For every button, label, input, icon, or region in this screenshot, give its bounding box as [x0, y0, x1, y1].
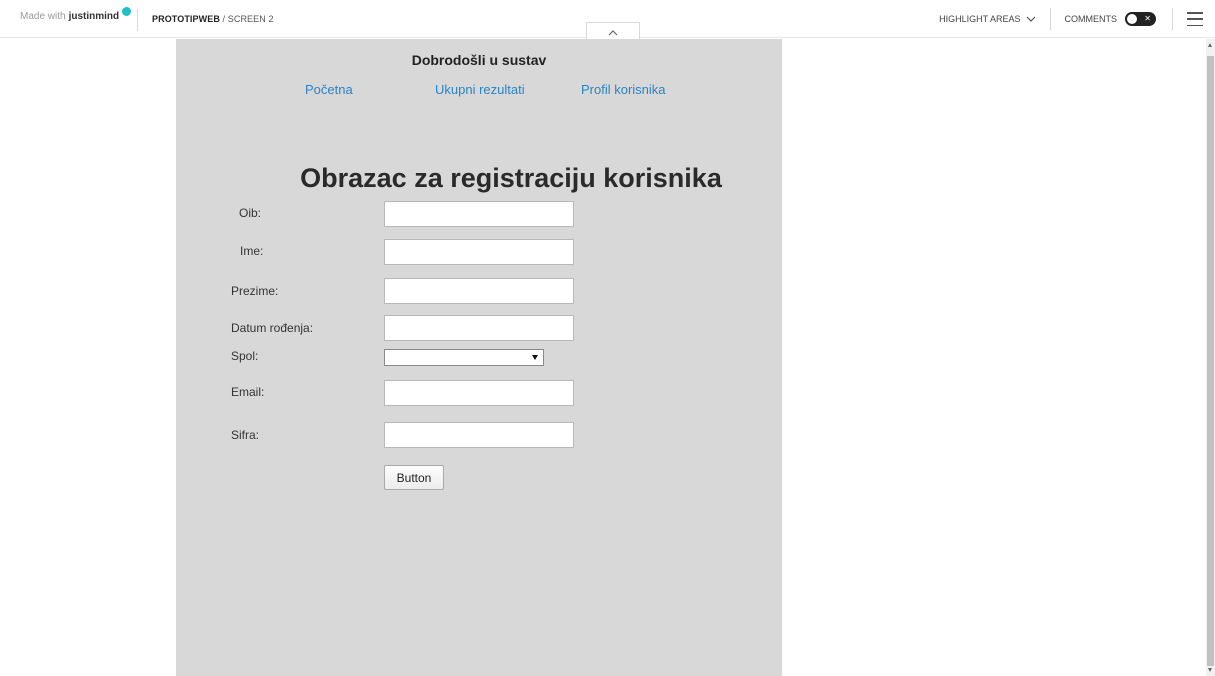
breadcrumb: PROTOTIPWEB / SCREEN 2	[152, 14, 274, 24]
comments-toggle[interactable]: ✕	[1125, 12, 1156, 26]
brand-name: justinmind	[68, 11, 120, 22]
prototype-screen: Dobrodošli u sustav Početna Ukupni rezul…	[176, 39, 782, 676]
scrollbar-thumb[interactable]	[1207, 56, 1214, 666]
collapse-toolbar-button[interactable]	[586, 22, 640, 39]
dropdown-arrow-icon	[532, 355, 538, 360]
breadcrumb-separator: /	[219, 14, 228, 24]
highlight-areas-dropdown[interactable]: HIGHLIGHT AREAS	[939, 14, 1035, 24]
close-icon: ✕	[1144, 14, 1151, 23]
made-with-text: Made with	[20, 11, 66, 22]
form-title: Obrazac za registraciju korisnika	[300, 163, 722, 193]
oib-label: Oib:	[239, 206, 262, 220]
email-input[interactable]	[384, 380, 574, 406]
spol-select[interactable]	[384, 349, 544, 366]
made-with-justinmind[interactable]: Made with justinmind	[20, 7, 132, 22]
ime-label: Ime:	[240, 244, 264, 258]
chevron-up-icon	[608, 30, 618, 36]
toolbar-right: HIGHLIGHT AREAS COMMENTS ✕	[939, 0, 1215, 38]
prezime-input[interactable]	[384, 278, 574, 304]
brand-logo-icon	[122, 7, 132, 16]
datum-rodenja-input[interactable]	[384, 315, 574, 341]
ime-input[interactable]	[384, 239, 574, 265]
oib-input[interactable]	[384, 201, 574, 227]
comments-label: COMMENTS	[1064, 14, 1118, 24]
prezime-label: Prezime:	[231, 284, 279, 298]
project-name: PROTOTIPWEB	[152, 14, 220, 24]
scroll-up-icon[interactable]	[1208, 43, 1212, 47]
vertical-scrollbar[interactable]	[1206, 39, 1215, 676]
prototype-toolbar: Made with justinmind PROTOTIPWEB / SCREE…	[0, 0, 1215, 39]
welcome-heading: Dobrodošli u sustav	[411, 52, 547, 68]
toolbar-divider	[1049, 8, 1051, 30]
toolbar-divider	[137, 9, 138, 31]
submit-button[interactable]: Button	[384, 465, 444, 490]
nav-link-profil-korisnika[interactable]: Profil korisnika	[581, 82, 666, 97]
comments-control: COMMENTS ✕	[1064, 12, 1156, 26]
toggle-knob	[1127, 14, 1137, 24]
highlight-areas-label: HIGHLIGHT AREAS	[939, 14, 1021, 24]
nav-link-pocetna[interactable]: Početna	[305, 82, 353, 97]
email-label: Email:	[231, 385, 265, 399]
hamburger-menu-icon[interactable]	[1187, 12, 1203, 26]
spol-label: Spol:	[231, 349, 259, 363]
datum-rodenja-label: Datum rođenja:	[231, 321, 314, 335]
toolbar-divider	[1172, 8, 1173, 30]
sifra-label: Sifra:	[231, 428, 260, 442]
screen-name: SCREEN 2	[227, 14, 274, 24]
chevron-down-icon	[1026, 16, 1035, 22]
nav-link-ukupni-rezultati[interactable]: Ukupni rezultati	[435, 82, 525, 97]
sifra-input[interactable]	[384, 422, 574, 448]
scroll-down-icon[interactable]	[1208, 668, 1212, 672]
